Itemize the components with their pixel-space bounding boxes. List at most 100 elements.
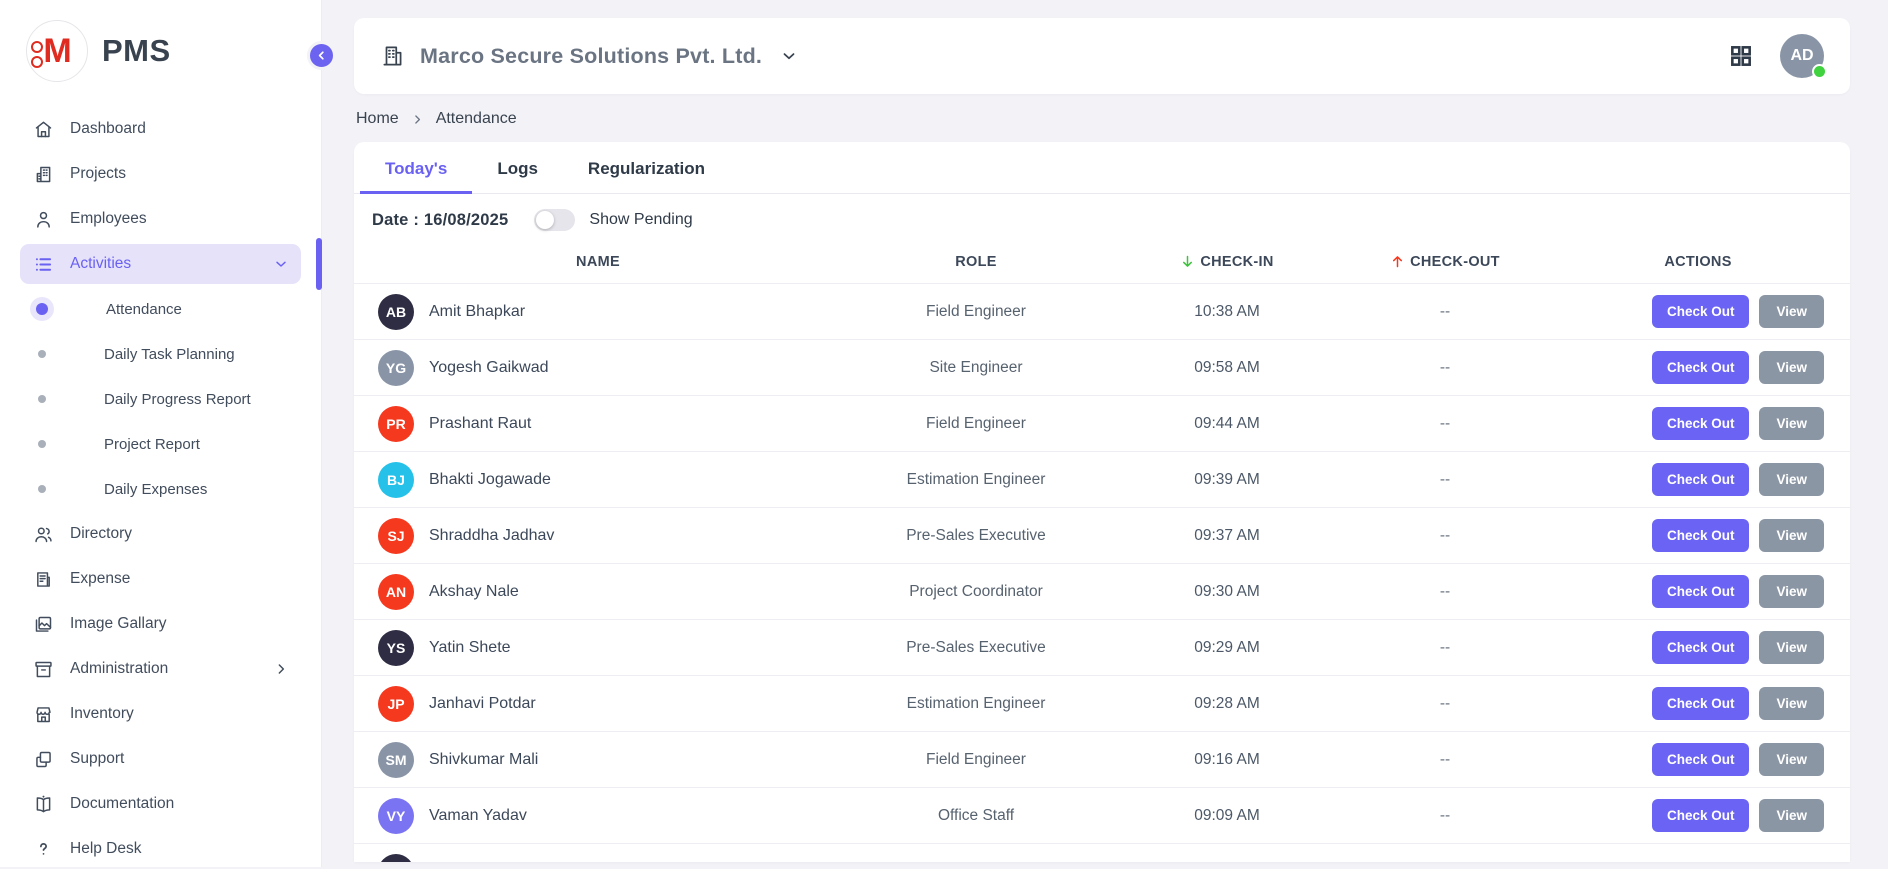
breadcrumb-home[interactable]: Home bbox=[356, 110, 399, 128]
employee-name: Amit Bhapkar bbox=[429, 303, 525, 321]
employee-name: Shivkumar Mali bbox=[429, 751, 538, 769]
sidebar-item-support[interactable]: Support bbox=[20, 739, 301, 779]
check-in-time: 09:58 AM bbox=[1134, 359, 1320, 377]
table-row-shraddha-jadhav: SJ Shraddha Jadhav Pre-Sales Executive 0… bbox=[354, 508, 1850, 564]
sidebar-subitem-label: Daily Task Planning bbox=[66, 346, 235, 363]
sidebar-item-employees[interactable]: Employees bbox=[20, 199, 301, 239]
buildings-icon bbox=[32, 163, 54, 185]
check-in-time: 09:44 AM bbox=[1134, 415, 1320, 433]
employee-role: Pre-Sales Executive bbox=[818, 527, 1134, 545]
check-out-time: -- bbox=[1320, 471, 1570, 489]
sidebar-item-documentation[interactable]: Documentation bbox=[20, 784, 301, 824]
check-out-time: -- bbox=[1320, 807, 1570, 825]
view-button[interactable]: View bbox=[1759, 295, 1824, 328]
avatar: SM bbox=[378, 742, 414, 778]
user-avatar[interactable]: AD bbox=[1780, 34, 1824, 78]
list-icon bbox=[32, 253, 54, 275]
sidebar-item-image-gallary[interactable]: Image Gallary bbox=[20, 604, 301, 644]
sidebar-item-label: Dashboard bbox=[70, 120, 146, 138]
sidebar-item-activities[interactable]: Activities bbox=[20, 244, 301, 284]
sidebar-collapse-button[interactable] bbox=[307, 41, 336, 70]
check-out-time: -- bbox=[1320, 583, 1570, 601]
sidebar-item-label: Projects bbox=[70, 165, 126, 183]
avatar bbox=[378, 854, 414, 862]
sidebar-item-dashboard[interactable]: Dashboard bbox=[20, 109, 301, 149]
check-out-button[interactable]: Check Out bbox=[1652, 575, 1750, 608]
view-button[interactable]: View bbox=[1759, 519, 1824, 552]
view-button[interactable]: View bbox=[1759, 743, 1824, 776]
breadcrumb-current: Attendance bbox=[436, 110, 517, 128]
check-in-time: 09:09 AM bbox=[1134, 807, 1320, 825]
sidebar-item-label: Documentation bbox=[70, 795, 174, 813]
table-row-shivkumar-mali: SM Shivkumar Mali Field Engineer 09:16 A… bbox=[354, 732, 1850, 788]
table-row-amit-bhapkar: AB Amit Bhapkar Field Engineer 10:38 AM … bbox=[354, 284, 1850, 340]
sidebar-item-daily-expenses[interactable]: Daily Expenses bbox=[20, 469, 301, 509]
arrow-down-icon bbox=[1180, 254, 1195, 269]
employee-role: Field Engineer bbox=[818, 751, 1134, 769]
tab-logs[interactable]: Logs bbox=[472, 142, 563, 194]
employee-name: Prashant Raut bbox=[429, 415, 531, 433]
show-pending-toggle[interactable] bbox=[534, 209, 575, 231]
avatar: AN bbox=[378, 574, 414, 610]
check-out-button[interactable]: Check Out bbox=[1652, 407, 1750, 440]
check-in-time: 10:38 AM bbox=[1134, 303, 1320, 321]
check-out-button[interactable]: Check Out bbox=[1652, 295, 1750, 328]
table-header-row: NAME ROLE CHECK-IN CHECK-OUT ACTIONS bbox=[354, 240, 1850, 284]
employee-name: Yogesh Gaikwad bbox=[429, 359, 549, 377]
sidebar-item-project-report[interactable]: Project Report bbox=[20, 424, 301, 464]
view-button[interactable]: View bbox=[1759, 351, 1824, 384]
sidebar-item-inventory[interactable]: Inventory bbox=[20, 694, 301, 734]
layers-icon bbox=[32, 748, 54, 770]
view-button[interactable]: View bbox=[1759, 575, 1824, 608]
table-row-akshay-nale: AN Akshay Nale Project Coordinator 09:30… bbox=[354, 564, 1850, 620]
view-button[interactable]: View bbox=[1759, 799, 1824, 832]
view-button[interactable]: View bbox=[1759, 687, 1824, 720]
view-button[interactable]: View bbox=[1759, 631, 1824, 664]
company-selector[interactable]: Marco Secure Solutions Pvt. Ltd. bbox=[380, 43, 798, 69]
sidebar-item-attendance[interactable]: Attendance bbox=[20, 289, 301, 329]
check-out-button[interactable]: Check Out bbox=[1652, 351, 1750, 384]
avatar: PR bbox=[378, 406, 414, 442]
attendance-table-body: AB Amit Bhapkar Field Engineer 10:38 AM … bbox=[354, 284, 1850, 862]
employee-role: Field Engineer bbox=[818, 415, 1134, 433]
tab-regularization[interactable]: Regularization bbox=[563, 142, 730, 194]
check-out-button[interactable]: Check Out bbox=[1652, 631, 1750, 664]
header-check-in[interactable]: CHECK-IN bbox=[1134, 254, 1320, 270]
check-out-time: -- bbox=[1320, 359, 1570, 377]
sidebar-item-administration[interactable]: Administration bbox=[20, 649, 301, 689]
tab-todays[interactable]: Today's bbox=[360, 142, 472, 194]
header-role[interactable]: ROLE bbox=[818, 254, 1134, 270]
chevron-down-icon bbox=[780, 47, 798, 65]
header-check-out[interactable]: CHECK-OUT bbox=[1320, 254, 1570, 270]
chevron-down-icon bbox=[273, 256, 289, 272]
breadcrumb: Home Attendance bbox=[356, 110, 1850, 128]
check-out-button[interactable]: Check Out bbox=[1652, 799, 1750, 832]
check-in-time: 09:29 AM bbox=[1134, 639, 1320, 657]
view-button[interactable]: View bbox=[1759, 407, 1824, 440]
check-out-button[interactable]: Check Out bbox=[1652, 519, 1750, 552]
sidebar: M PMS Dashboard Projects Employees Activ… bbox=[0, 0, 322, 867]
avatar: YG bbox=[378, 350, 414, 386]
sidebar-subitem-label: Project Report bbox=[66, 436, 200, 453]
sidebar-item-projects[interactable]: Projects bbox=[20, 154, 301, 194]
main-area: Marco Secure Solutions Pvt. Ltd. AD Home… bbox=[322, 0, 1888, 867]
logo-m-glyph: M bbox=[43, 32, 70, 71]
header-name[interactable]: NAME bbox=[378, 254, 818, 270]
apps-grid-icon[interactable] bbox=[1728, 43, 1754, 69]
check-out-button[interactable]: Check Out bbox=[1652, 743, 1750, 776]
sidebar-item-expense[interactable]: Expense bbox=[20, 559, 301, 599]
sidebar-item-directory[interactable]: Directory bbox=[20, 514, 301, 554]
sidebar-item-daily-progress-report[interactable]: Daily Progress Report bbox=[20, 379, 301, 419]
chevron-right-icon bbox=[411, 113, 424, 126]
sidebar-item-daily-task-planning[interactable]: Daily Task Planning bbox=[20, 334, 301, 374]
view-button[interactable]: View bbox=[1759, 463, 1824, 496]
check-out-button[interactable]: Check Out bbox=[1652, 463, 1750, 496]
employee-name: Yatin Shete bbox=[429, 639, 511, 657]
avatar: BJ bbox=[378, 462, 414, 498]
sidebar-item-help-desk[interactable]: Help Desk bbox=[20, 829, 301, 869]
archive-icon bbox=[32, 658, 54, 680]
table-row-partial: Check Out View bbox=[354, 844, 1850, 862]
check-out-button[interactable]: Check Out bbox=[1652, 687, 1750, 720]
toggle-knob bbox=[536, 211, 554, 229]
top-bar: Marco Secure Solutions Pvt. Ltd. AD bbox=[354, 18, 1850, 94]
